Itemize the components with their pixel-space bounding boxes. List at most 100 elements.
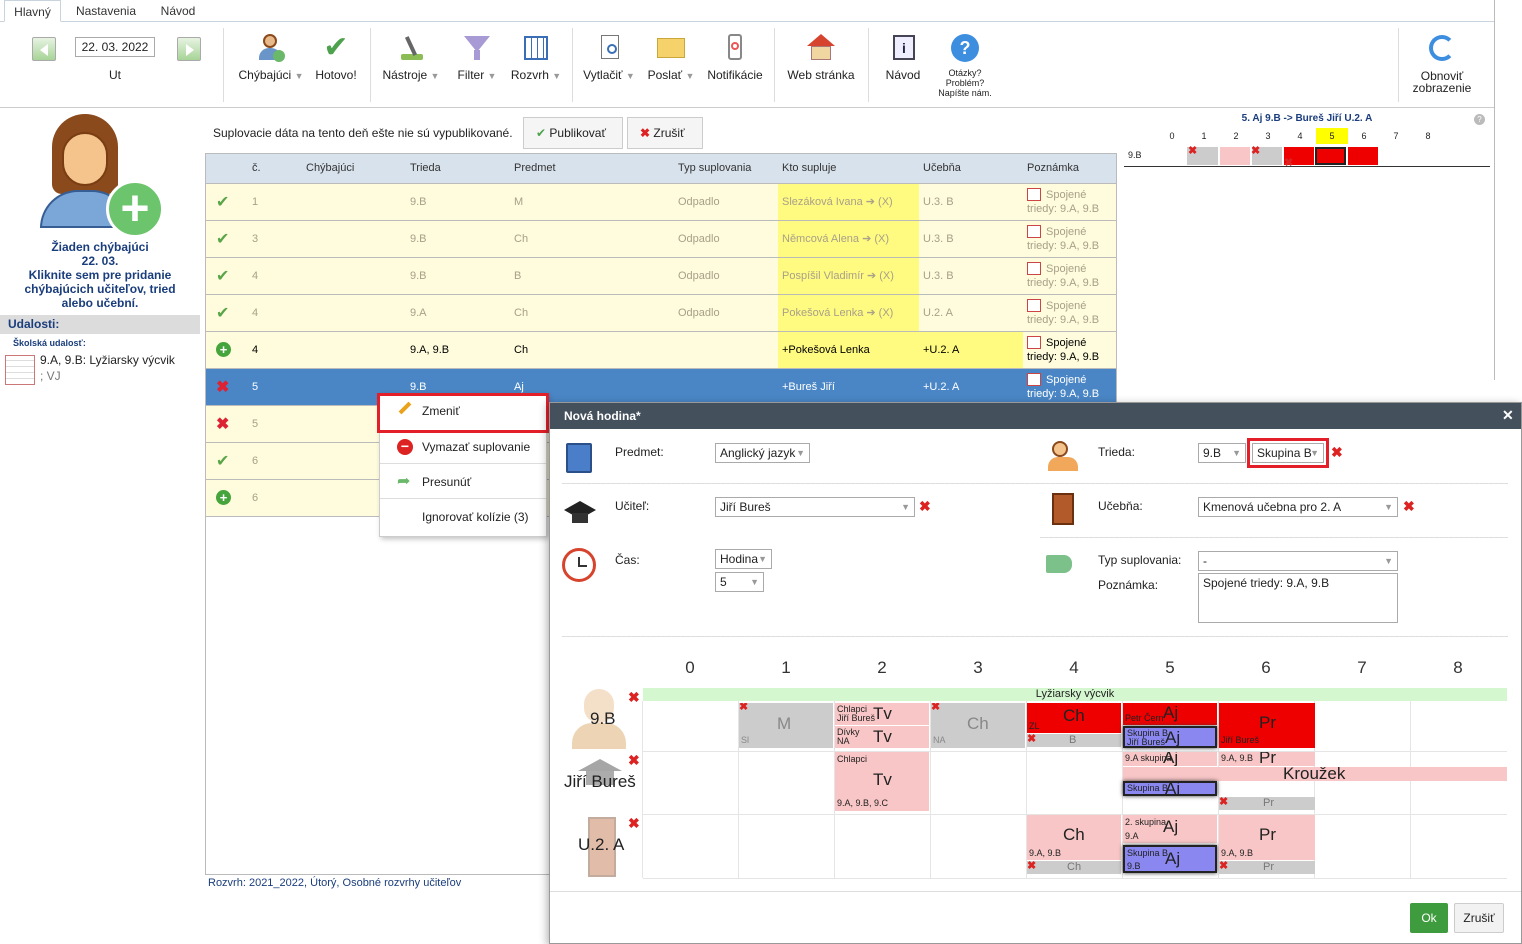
calendar-grid-icon bbox=[520, 32, 552, 64]
remove-room-icon[interactable]: ✖ bbox=[1403, 498, 1415, 515]
cell-r2-pr[interactable]: 9.A, 9.B Pr bbox=[1219, 752, 1315, 766]
cell-r3-aj-group[interactable]: Skupina B 9.B Aj bbox=[1123, 845, 1217, 873]
cell-r3-ch[interactable]: Ch 9.A, 9.B bbox=[1027, 815, 1121, 860]
done-button[interactable]: ✔ Hotovo! bbox=[310, 32, 362, 83]
cell-r2-tv[interactable]: Chlapci Tv 9.A, 9.B, 9.C bbox=[835, 752, 929, 811]
event-text2: ; VJ bbox=[40, 369, 61, 383]
col-note[interactable]: Poznámka bbox=[1023, 154, 1116, 184]
tab-hlavny[interactable]: Hlavný bbox=[4, 0, 61, 22]
col-missing[interactable]: Chýbajúci bbox=[302, 154, 406, 184]
cancel-button[interactable]: Zrušiť bbox=[1454, 903, 1504, 933]
tab-nastavenia[interactable]: Nastavenia bbox=[68, 0, 144, 22]
row-remove-class-icon[interactable]: ✖ bbox=[628, 689, 640, 706]
grid-col-header: 0 bbox=[685, 658, 695, 677]
next-day-button[interactable] bbox=[177, 37, 201, 61]
cas-select[interactable]: Hodina ▼ bbox=[715, 549, 772, 569]
cell-r3-ch-sub[interactable]: Ch ✖ bbox=[1027, 861, 1121, 874]
col-no[interactable]: č. bbox=[248, 154, 302, 184]
prev-day-button[interactable] bbox=[32, 37, 56, 61]
cell-r1-chem4[interactable]: Ch ZL bbox=[1027, 703, 1121, 733]
col-class[interactable]: Trieda bbox=[406, 154, 510, 184]
row-remove-teacher-icon[interactable]: ✖ bbox=[628, 752, 640, 769]
mini-cell-5[interactable] bbox=[1315, 147, 1346, 165]
event-item[interactable]: 9.A, 9.B: Lyžiarsky výcvik ; VJ bbox=[5, 353, 195, 389]
cell-r1-aj-group[interactable]: Skupina B Jiří Bureš Aj bbox=[1123, 726, 1217, 748]
cell-r1-math[interactable]: M Sl ✖ bbox=[739, 703, 833, 748]
send-button[interactable]: Poslať ▼ bbox=[642, 32, 700, 82]
remove-teacher-icon[interactable]: ✖ bbox=[919, 498, 931, 515]
table-row[interactable]: ✔ 4 9.B B Odpadlo Pospíšil Vladimír ➔ (X) U.3.… bbox=[206, 257, 1116, 295]
menu-item-delete[interactable]: − Vymazať suplovanie bbox=[380, 430, 546, 464]
cell-r1-tv-girls[interactable]: Dívky NA Tv bbox=[835, 726, 929, 748]
note-icon bbox=[1027, 188, 1041, 202]
cell-r3-aj[interactable]: 2. skupina 9.A Aj bbox=[1123, 815, 1217, 843]
web-page-button[interactable]: Web stránka bbox=[782, 32, 860, 82]
move-arrow-icon: ➦ bbox=[397, 473, 411, 490]
check-icon: ✔ bbox=[216, 304, 230, 322]
table-row[interactable]: ✖ 5 9.B Aj +Bureš Jiří +U.2. A Spojené triedy: … bbox=[206, 368, 1116, 406]
cell-r2-aj-group[interactable]: Skupina B Aj bbox=[1123, 781, 1217, 796]
contact-button[interactable]: ? Otázky? Problém? Napíšte nám. bbox=[934, 32, 996, 98]
house-icon bbox=[805, 32, 837, 64]
missing-teachers-button[interactable]: Chýbajúci ▼ bbox=[236, 32, 306, 82]
hodina-select[interactable]: 5 ▼ bbox=[715, 572, 764, 592]
table-row[interactable]: ✔ 3 9.B Ch Odpadlo Němcová Alena ➔ (X) U.3. BS… bbox=[206, 220, 1116, 258]
cell-r1-chem[interactable]: Ch NA ✖ bbox=[931, 703, 1025, 748]
typ-select[interactable]: - ▼ bbox=[1198, 551, 1398, 571]
col-type[interactable]: Typ suplovania bbox=[674, 154, 778, 184]
tab-navod[interactable]: Návod bbox=[150, 0, 206, 22]
ok-button[interactable]: Ok bbox=[1410, 903, 1448, 933]
refresh-button[interactable]: Obnoviť zobrazenie bbox=[1406, 32, 1478, 94]
cell-r2-aj[interactable]: 9.A skupina Aj bbox=[1123, 752, 1217, 766]
ucebna-select[interactable]: Kmenová učebna pro 2. A ▼ bbox=[1198, 497, 1398, 517]
help-icon[interactable]: ? bbox=[1474, 114, 1485, 125]
cell-sub: Jiří Bureš bbox=[1221, 735, 1260, 745]
table-row[interactable]: +4 9.A, 9.B Ch +Pokešová Lenka +U.2. A Spojen… bbox=[206, 331, 1116, 369]
poznamka-textarea[interactable]: Spojené triedy: 9.A, 9.B bbox=[1198, 573, 1398, 623]
otazky-line3: Napíšte nám. bbox=[938, 88, 992, 98]
filter-button[interactable]: Filter ▼ bbox=[452, 32, 502, 82]
grid-col-header: 4 bbox=[1069, 658, 1079, 677]
cell-bottom: 9.A, 9.B bbox=[1221, 848, 1254, 858]
publish-button[interactable]: ✔ Publikovať bbox=[523, 117, 623, 149]
cell-r1-pr[interactable]: Pr Jiří Bureš bbox=[1219, 703, 1315, 748]
col-who[interactable]: Kto supluje bbox=[778, 154, 919, 184]
cancel-publish-button[interactable]: ✖ Zrušiť bbox=[627, 117, 703, 149]
menu-item-ignore[interactable]: Ignorovať kolízie (3) bbox=[380, 500, 546, 534]
col-room[interactable]: Učebňa bbox=[919, 154, 1023, 184]
notifications-button[interactable]: Notifikácie bbox=[704, 32, 766, 82]
cell-bottom: 9.A bbox=[1125, 831, 1139, 841]
cell-r1-aj[interactable]: Petr Čern Aj bbox=[1123, 703, 1217, 725]
ucitel-select[interactable]: Jiří Bureš ▼ bbox=[715, 497, 915, 517]
table-row[interactable]: ✔ 4 9.A Ch Odpadlo Pokešová Lenka ➔ (X) U.2. A… bbox=[206, 294, 1116, 332]
mini-col-header: 0 bbox=[1169, 131, 1175, 141]
cell-bottom: 9.A, 9.B bbox=[1029, 848, 1062, 858]
tools-button[interactable]: Nástroje ▼ bbox=[378, 32, 444, 82]
add-missing-link[interactable]: Žiaden chýbajúci 22. 03. Kliknite sem pr… bbox=[0, 240, 200, 310]
manual-button[interactable]: i Návod bbox=[878, 32, 928, 82]
trieda-select[interactable]: 9.B ▼ bbox=[1198, 443, 1246, 463]
remove-class-icon[interactable]: ✖ bbox=[1331, 444, 1343, 461]
cell-r1-tv-boys[interactable]: Chlapci Jiří Bureš Tv bbox=[835, 703, 929, 725]
date-field[interactable]: 22. 03. 2022 bbox=[75, 37, 155, 57]
menu-item-move[interactable]: ➦ Presunúť bbox=[380, 465, 546, 499]
cell-r3-pr[interactable]: Pr 9.A, 9.B bbox=[1219, 815, 1315, 860]
cell-r2-krouzek[interactable]: Kroužek bbox=[1123, 767, 1507, 781]
predmet-select[interactable]: Anglický jazyk ▼ bbox=[715, 443, 810, 463]
schedule-button[interactable]: Rozvrh ▼ bbox=[508, 32, 564, 82]
cell-r1-bio[interactable]: B ✖ bbox=[1027, 734, 1121, 747]
row-remove-room-icon[interactable]: ✖ bbox=[628, 815, 640, 832]
cell-top: 9.A, 9.B bbox=[1221, 753, 1254, 763]
close-icon[interactable]: ✕ bbox=[1502, 407, 1514, 424]
print-button[interactable]: Vytlačiť ▼ bbox=[580, 32, 638, 82]
col-subject[interactable]: Predmet bbox=[510, 154, 674, 184]
envelope-icon bbox=[655, 32, 687, 64]
mini-cell-2[interactable] bbox=[1220, 147, 1250, 165]
add-missing-avatar[interactable]: + bbox=[38, 112, 168, 238]
cell-r2-pr2[interactable]: Pr ✖ bbox=[1219, 797, 1315, 810]
table-row[interactable]: ✔ 1 9.B M Odpadlo Slezáková Ivana ➔ (X) U.3. B… bbox=[206, 183, 1116, 221]
date-text: 22. 03. bbox=[81, 254, 119, 268]
cell-text: Pr bbox=[1263, 861, 1274, 873]
cell-r3-pr-sub[interactable]: Pr ✖ bbox=[1219, 861, 1315, 874]
mini-cell-6[interactable] bbox=[1348, 147, 1378, 165]
